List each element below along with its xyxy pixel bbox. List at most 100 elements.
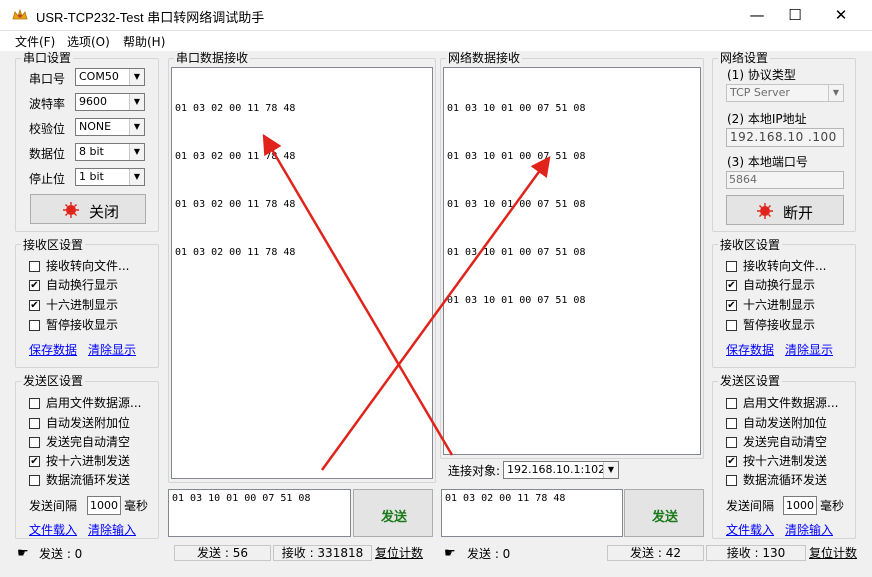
- ls-opt2-checkbox[interactable]: [29, 437, 40, 448]
- rr-opt2-checkbox[interactable]: ✔: [726, 300, 737, 311]
- rr-opt3-label[interactable]: 暂停接收显示: [743, 318, 815, 332]
- ls-opt3-label[interactable]: 按十六进制发送: [46, 454, 130, 468]
- rs-interval-unit: 毫秒: [820, 499, 845, 513]
- ip-input[interactable]: 192.168.10 .100: [726, 128, 844, 147]
- rs-interval-label: 发送间隔: [726, 499, 775, 513]
- parity-select[interactable]: NONE ▼: [75, 118, 145, 136]
- lr-opt0-checkbox[interactable]: [29, 261, 40, 272]
- right-receive-title: 接收区设置: [718, 238, 783, 252]
- net-tx-input[interactable]: 01 03 02 00 11 78 48: [441, 489, 623, 537]
- ls-opt1-label[interactable]: 自动发送附加位: [46, 416, 130, 430]
- serial-send-button[interactable]: 发送: [353, 489, 433, 537]
- rs-opt1-label[interactable]: 自动发送附加位: [743, 416, 827, 430]
- lr-opt3-label[interactable]: 暂停接收显示: [46, 318, 118, 332]
- close-port-button[interactable]: 关闭: [30, 194, 146, 224]
- rs-clear-link[interactable]: 清除输入: [785, 521, 833, 538]
- port-select[interactable]: COM50 ▼: [75, 68, 145, 86]
- left-receive-title: 接收区设置: [21, 238, 86, 252]
- lr-opt2-label[interactable]: 十六进制显示: [46, 298, 118, 312]
- maximize-button[interactable]: ☐: [772, 0, 818, 31]
- ls-opt4-label[interactable]: 数据流循环发送: [46, 473, 130, 487]
- rs-opt3-checkbox[interactable]: ✔: [726, 456, 737, 467]
- ls-clear-link[interactable]: 清除输入: [88, 521, 136, 538]
- lr-opt3-checkbox[interactable]: [29, 320, 40, 331]
- net-send-button[interactable]: 发送: [624, 489, 704, 537]
- rs-opt0-label[interactable]: 启用文件数据源...: [743, 396, 838, 410]
- status-left-sent: 发送 : 56: [174, 545, 271, 561]
- net-rx-line: 01 03 10 01 00 07 51 08: [447, 295, 586, 306]
- status-right-received: 接收 : 130: [706, 545, 806, 561]
- rr-opt0-checkbox[interactable]: [726, 261, 737, 272]
- lr-opt2-checkbox[interactable]: ✔: [29, 300, 40, 311]
- status-right-sent: 发送 : 42: [607, 545, 704, 561]
- rr-clear-link[interactable]: 清除显示: [785, 341, 833, 358]
- ls-opt4-checkbox[interactable]: [29, 475, 40, 486]
- port-input[interactable]: 5864: [726, 171, 844, 189]
- close-window-button[interactable]: ✕: [818, 0, 864, 31]
- serial-tx-input[interactable]: 01 03 10 01 00 07 51 08: [168, 489, 351, 537]
- connection-select[interactable]: 192.168.10.1:1028 ▼: [503, 461, 619, 479]
- serial-rx-line: 01 03 02 00 11 78 48: [175, 103, 296, 114]
- ls-interval-input[interactable]: 1000: [87, 496, 121, 515]
- chevron-down-icon: ▼: [129, 144, 144, 160]
- disconnect-button[interactable]: 断开: [726, 195, 844, 225]
- red-light-icon: [757, 203, 773, 219]
- stopbits-select[interactable]: 1 bit ▼: [75, 168, 145, 186]
- menu-help[interactable]: 帮助(H): [123, 33, 165, 50]
- rs-load-link[interactable]: 文件载入: [726, 521, 774, 538]
- parity-label: 校验位: [29, 122, 66, 136]
- rr-opt2-label[interactable]: 十六进制显示: [743, 298, 815, 312]
- serial-settings-title: 串口设置: [21, 51, 74, 65]
- rs-interval-input[interactable]: 1000: [783, 496, 817, 515]
- protocol-select[interactable]: TCP Server ▼: [726, 84, 844, 102]
- ls-load-link[interactable]: 文件载入: [29, 521, 77, 538]
- window-title: USR-TCP232-Test 串口转网络调试助手: [36, 10, 265, 25]
- net-rx-line: 01 03 10 01 00 07 51 08: [447, 247, 586, 258]
- lr-opt1-label[interactable]: 自动换行显示: [46, 278, 118, 292]
- databits-select[interactable]: 8 bit ▼: [75, 143, 145, 161]
- ls-opt1-checkbox[interactable]: [29, 418, 40, 429]
- rr-opt1-checkbox[interactable]: ✔: [726, 280, 737, 291]
- ip-label: (2) 本地IP地址: [727, 112, 807, 126]
- lr-opt0-label[interactable]: 接收转向文件...: [46, 259, 129, 273]
- net-rx-line: 01 03 10 01 00 07 51 08: [447, 151, 586, 162]
- baud-label: 波特率: [29, 97, 66, 111]
- serial-rx-line: 01 03 02 00 11 78 48: [175, 247, 296, 258]
- app-icon: [12, 8, 28, 20]
- chevron-down-icon: ▼: [129, 94, 144, 110]
- serial-send-label: 发送: [380, 510, 407, 525]
- lr-opt1-checkbox[interactable]: ✔: [29, 280, 40, 291]
- rs-opt2-checkbox[interactable]: [726, 437, 737, 448]
- serial-rx-area[interactable]: 01 03 02 00 11 78 48 01 03 02 00 11 78 4…: [171, 67, 433, 479]
- rs-opt4-label[interactable]: 数据流循环发送: [743, 473, 827, 487]
- chevron-down-icon: ▼: [129, 119, 144, 135]
- ls-opt2-label[interactable]: 发送完自动清空: [46, 435, 130, 449]
- status-left-received: 接收 : 331818: [273, 545, 372, 561]
- title-bar[interactable]: USR-TCP232-Test 串口转网络调试助手 — ☐ ✕: [0, 0, 872, 31]
- net-rx-area[interactable]: 01 03 10 01 00 07 51 08 01 03 10 01 00 0…: [443, 67, 701, 455]
- rs-opt0-checkbox[interactable]: [726, 398, 737, 409]
- ls-opt0-checkbox[interactable]: [29, 398, 40, 409]
- rr-opt1-label[interactable]: 自动换行显示: [743, 278, 815, 292]
- rs-opt1-checkbox[interactable]: [726, 418, 737, 429]
- baud-select[interactable]: 9600 ▼: [75, 93, 145, 111]
- ls-opt0-label[interactable]: 启用文件数据源...: [46, 396, 141, 410]
- rr-opt3-checkbox[interactable]: [726, 320, 737, 331]
- lr-clear-link[interactable]: 清除显示: [88, 341, 136, 358]
- rr-opt0-label[interactable]: 接收转向文件...: [743, 259, 826, 273]
- rr-save-link[interactable]: 保存数据: [726, 341, 774, 358]
- rs-opt2-label[interactable]: 发送完自动清空: [743, 435, 827, 449]
- status-left-send: 发送 : 0: [39, 547, 83, 561]
- left-reset-count[interactable]: 复位计数: [375, 546, 423, 560]
- menu-file[interactable]: 文件(F): [15, 33, 55, 50]
- stopbits-label: 停止位: [29, 172, 66, 186]
- rs-opt3-label[interactable]: 按十六进制发送: [743, 454, 827, 468]
- net-rx-line: 01 03 10 01 00 07 51 08: [447, 103, 586, 114]
- lr-save-link[interactable]: 保存数据: [29, 341, 77, 358]
- net-rx-line: 01 03 10 01 00 07 51 08: [447, 199, 586, 210]
- right-reset-count[interactable]: 复位计数: [809, 546, 857, 560]
- ls-opt3-checkbox[interactable]: ✔: [29, 456, 40, 467]
- rs-opt4-checkbox[interactable]: [726, 475, 737, 486]
- menu-options[interactable]: 选项(O): [67, 33, 110, 50]
- net-rx-title: 网络数据接收: [446, 51, 523, 65]
